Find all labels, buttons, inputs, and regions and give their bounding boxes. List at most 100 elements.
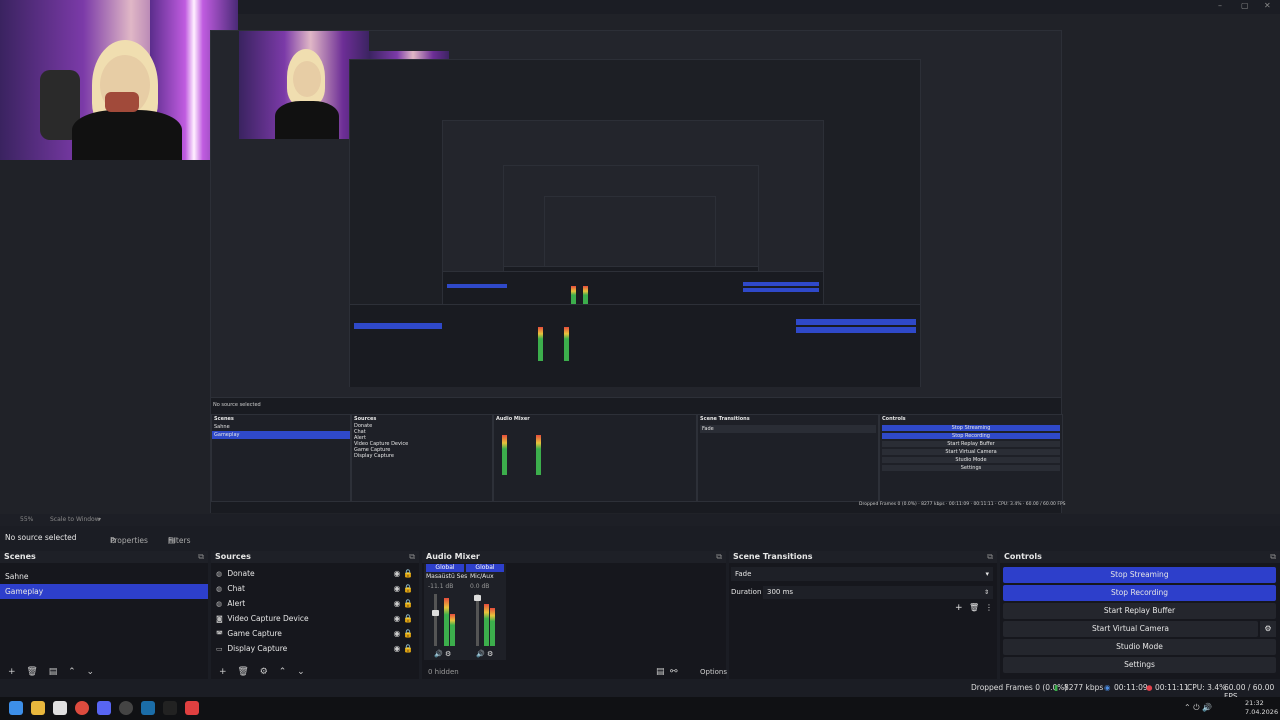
stream-time: 00:11:09: [1114, 683, 1148, 692]
no-source-label: No source selected: [5, 533, 77, 542]
lock-icon[interactable]: 🔒: [403, 584, 413, 593]
eye-icon[interactable]: ◉: [394, 584, 401, 593]
slider-handle[interactable]: [432, 610, 439, 616]
undock-icon[interactable]: ⧉: [987, 551, 993, 563]
clock-time: 21:32: [1245, 699, 1264, 707]
eye-icon[interactable]: ◉: [394, 614, 401, 623]
eye-icon[interactable]: ◉: [394, 599, 401, 608]
lock-icon[interactable]: 🔒: [403, 629, 413, 638]
tray-icons[interactable]: ⌃ ⏻ 🔊: [1184, 703, 1212, 713]
trash-icon[interactable]: 🗑: [969, 603, 979, 612]
add-transition-button[interactable]: +: [955, 603, 963, 613]
taskbar: ⌃ ⏻ 🔊 21:32 7.04.2026: [0, 697, 1280, 720]
link-icon[interactable]: ⚯: [670, 665, 678, 679]
scale-mode-select[interactable]: Scale to Window: [50, 516, 100, 523]
speaker-icon[interactable]: 🔊 ⚙: [434, 650, 451, 658]
minimize-button[interactable]: –: [1218, 1, 1222, 10]
move-up-button[interactable]: ⌃: [279, 667, 287, 677]
undock-icon[interactable]: ⧉: [1270, 551, 1276, 563]
undock-icon[interactable]: ⧉: [198, 551, 204, 563]
trash-icon[interactable]: 🗑: [237, 667, 248, 677]
source-item-chat[interactable]: ◍ Chat ◉ 🔒: [211, 581, 419, 596]
move-up-button[interactable]: ⌃: [68, 667, 76, 677]
source-toolbar: No source selected ⚙ Properties ▤ Filter…: [0, 530, 1280, 546]
slider-handle[interactable]: [474, 595, 481, 601]
mirror-transitions-title: Scene Transitions: [700, 416, 750, 422]
obs-icon[interactable]: [119, 701, 133, 715]
scene-item-gameplay[interactable]: Gameplay: [0, 584, 208, 599]
mirror-mixer-title: Audio Mixer: [496, 416, 530, 422]
layout-icon[interactable]: ▤: [656, 665, 665, 679]
preview-mirror: No source selected Scenes Sahne Gameplay…: [210, 30, 1066, 513]
sources-footer: + 🗑 ⚙ ⌃ ⌄: [211, 665, 419, 679]
preview-canvas[interactable]: No source selected Scenes Sahne Gameplay…: [0, 0, 1280, 514]
mirror-control: Settings: [882, 465, 1060, 471]
scenes-dock: Scenes ⧉ Sahne Gameplay + 🗑 ▤ ⌃ ⌄: [0, 551, 208, 679]
source-label: Game Capture: [227, 629, 282, 638]
app-icon[interactable]: [163, 701, 177, 715]
eye-icon[interactable]: ◉: [394, 644, 401, 653]
source-label: Alert: [227, 599, 246, 608]
discord-icon[interactable]: [97, 701, 111, 715]
valorant-icon[interactable]: [185, 701, 199, 715]
stop-recording-button[interactable]: Stop Recording: [1003, 585, 1276, 601]
bitrate: 8277 kbps: [1064, 683, 1104, 692]
maximize-button[interactable]: ▢: [1241, 1, 1249, 10]
scene-transitions-title: Scene Transitions: [733, 552, 813, 561]
mirror-scenes-title: Scenes: [214, 416, 234, 422]
folder-icon[interactable]: [31, 701, 45, 715]
source-label: Donate: [227, 569, 255, 578]
eye-icon[interactable]: ◉: [394, 569, 401, 578]
add-scene-button[interactable]: +: [8, 667, 16, 677]
undock-icon[interactable]: ⧉: [409, 551, 415, 563]
source-item-video-capture[interactable]: ◙ Video Capture Device ◉ 🔒: [211, 611, 419, 626]
mirror-control: Start Replay Buffer: [882, 441, 1060, 447]
move-down-button[interactable]: ⌄: [297, 667, 305, 677]
volume-slider-desktop[interactable]: [434, 594, 437, 646]
zoom-level[interactable]: 55%: [20, 516, 33, 523]
filter-icon[interactable]: ▤: [49, 667, 58, 677]
source-label: Display Capture: [227, 644, 288, 653]
volume-slider-mic[interactable]: [476, 594, 479, 646]
close-button[interactable]: ✕: [1264, 1, 1271, 10]
lock-icon[interactable]: 🔒: [403, 569, 413, 578]
calendar-icon[interactable]: [53, 701, 67, 715]
source-item-alert[interactable]: ◍ Alert ◉ 🔒: [211, 596, 419, 611]
channel-name-mic[interactable]: Mic/Aux: [470, 573, 494, 580]
gear-icon[interactable]: ⚙: [1260, 621, 1276, 637]
source-item-game-capture[interactable]: ◚ Game Capture ◉ 🔒: [211, 626, 419, 641]
trash-icon[interactable]: 🗑: [26, 667, 37, 677]
speaker-icon[interactable]: 🔊 ⚙: [476, 650, 493, 658]
source-item-display-capture[interactable]: ▭ Display Capture ◉ 🔒: [211, 641, 419, 656]
undock-icon[interactable]: ⧉: [716, 551, 722, 563]
duration-input[interactable]: 300 ms ⇕: [763, 586, 993, 599]
channel-name-desktop[interactable]: Masaüstü Ses: [426, 573, 467, 580]
move-down-button[interactable]: ⌄: [87, 667, 95, 677]
start-replay-buffer-button[interactable]: Start Replay Buffer: [1003, 603, 1276, 619]
start-virtual-camera-button[interactable]: Start Virtual Camera: [1003, 621, 1258, 637]
lock-icon[interactable]: 🔒: [403, 599, 413, 608]
chevron-down-icon[interactable]: ▾: [98, 516, 101, 523]
more-icon[interactable]: ⋮: [985, 603, 993, 612]
settings-button[interactable]: Settings: [1003, 657, 1276, 673]
add-source-button[interactable]: +: [219, 667, 227, 677]
stop-streaming-button[interactable]: Stop Streaming: [1003, 567, 1276, 583]
source-label: Chat: [227, 584, 245, 593]
stepper-icon[interactable]: ⇕: [984, 586, 989, 599]
windows-start-icon[interactable]: [9, 701, 23, 715]
source-item-donate[interactable]: ◍ Donate ◉ 🔒: [211, 566, 419, 581]
steam-icon[interactable]: [141, 701, 155, 715]
studio-mode-button[interactable]: Studio Mode: [1003, 639, 1276, 655]
mirror-sources-title: Sources: [354, 416, 377, 422]
scenes-footer: + 🗑 ▤ ⌃ ⌄: [0, 665, 208, 679]
lock-icon[interactable]: 🔒: [403, 614, 413, 623]
gear-icon[interactable]: ⚙: [260, 667, 268, 677]
camera-icon: ◙: [216, 615, 223, 623]
lock-icon[interactable]: 🔒: [403, 644, 413, 653]
record-time: 00:11:11: [1155, 683, 1189, 692]
mirror-scene-gameplay: Gameplay: [212, 431, 350, 439]
transition-select[interactable]: Fade ▾: [731, 567, 993, 581]
eye-icon[interactable]: ◉: [394, 629, 401, 638]
scene-item-sahne[interactable]: Sahne: [0, 569, 208, 584]
chrome-icon[interactable]: [75, 701, 89, 715]
